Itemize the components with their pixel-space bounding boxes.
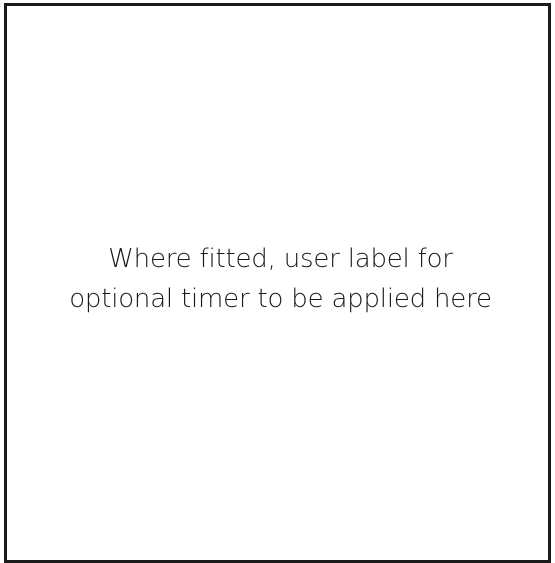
- timer-label-area: Where fitted, user label for optional ti…: [4, 3, 551, 563]
- timer-label-placeholder-text: Where fitted, user label for optional ti…: [7, 239, 554, 319]
- label-line-1: Where fitted, user label for: [108, 244, 453, 274]
- label-line-2: optional timer to be applied here: [69, 284, 492, 314]
